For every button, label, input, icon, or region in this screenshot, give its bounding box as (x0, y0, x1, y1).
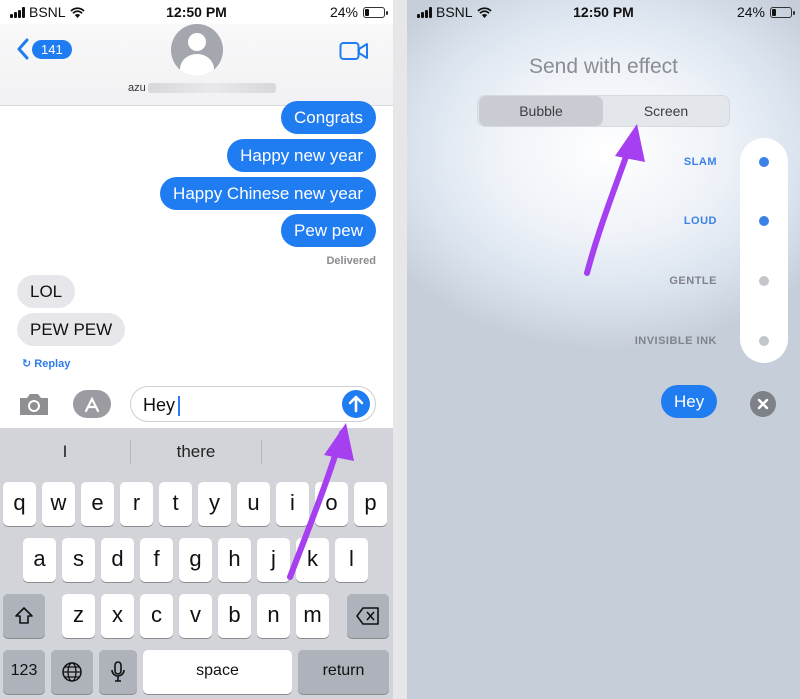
camera-icon[interactable] (17, 390, 51, 418)
microphone-icon (111, 661, 125, 682)
replay-icon: ↻ (22, 358, 32, 370)
key[interactable]: r (120, 482, 153, 526)
message-bubble-sent[interactable]: Pew pew (281, 214, 376, 247)
space-key[interactable]: space (143, 650, 292, 694)
effect-option-loud[interactable]: LOUD (684, 215, 717, 227)
return-key[interactable]: return (298, 650, 389, 694)
battery-status: 24% (329, 4, 388, 20)
key[interactable]: u (237, 482, 270, 526)
status-bar: BSNL 12:50 PM 24% (0, 0, 393, 24)
effect-dot-invisible-ink[interactable] (759, 336, 769, 346)
effect-option-slam[interactable]: SLAM (684, 156, 717, 168)
key[interactable]: o (315, 482, 348, 526)
tab-bubble[interactable]: Bubble (479, 96, 603, 126)
text-caret (178, 395, 181, 416)
effect-tabs: Bubble Screen (477, 95, 730, 127)
replay-button[interactable]: ↻ Replay (22, 357, 70, 370)
key[interactable]: x (101, 594, 134, 638)
key[interactable]: q (3, 482, 36, 526)
battery-percent: 24% (329, 4, 358, 20)
key[interactable]: c (140, 594, 173, 638)
send-arrow-icon (348, 395, 364, 413)
key[interactable]: g (179, 538, 212, 582)
back-chevron-icon (17, 38, 29, 60)
message-input-text: Hey (143, 395, 176, 415)
key[interactable]: s (62, 538, 95, 582)
key[interactable]: b (218, 594, 251, 638)
key[interactable]: a (23, 538, 56, 582)
avatar-icon[interactable] (171, 24, 223, 76)
key[interactable]: f (140, 538, 173, 582)
app-store-icon (84, 396, 100, 413)
effect-option-invisible-ink[interactable]: INVISIBLE INK (635, 335, 717, 347)
app-store-button[interactable] (73, 390, 111, 418)
battery-icon (770, 6, 795, 18)
shift-icon (15, 607, 33, 624)
key[interactable]: p (354, 482, 387, 526)
tab-screen[interactable]: Screen (604, 96, 728, 126)
messages-screen: BSNL 12:50 PM 24% 141 azu Congrats Happy… (0, 0, 393, 699)
video-camera-icon[interactable] (339, 41, 369, 61)
key[interactable]: y (198, 482, 231, 526)
key[interactable]: v (179, 594, 212, 638)
message-input[interactable]: Hey (130, 386, 376, 422)
effect-dot-slam[interactable] (759, 157, 769, 167)
effect-dot-loud[interactable] (759, 216, 769, 226)
key[interactable]: l (335, 538, 368, 582)
battery-status: 24% (736, 4, 795, 20)
key[interactable]: i (276, 482, 309, 526)
contact-name[interactable]: azu (128, 82, 276, 94)
message-preview-bubble[interactable]: Hey (661, 385, 718, 418)
key[interactable]: t (159, 482, 192, 526)
contact-name-visible: azu (128, 82, 146, 94)
message-bubble-sent[interactable]: Happy Chinese new year (160, 177, 376, 210)
numbers-key[interactable]: 123 (3, 650, 45, 694)
backspace-icon (356, 607, 379, 625)
battery-percent: 24% (736, 4, 765, 20)
delivered-status: Delivered (326, 255, 376, 267)
status-bar: BSNL 12:50 PM 24% (407, 0, 800, 24)
key[interactable]: m (296, 594, 329, 638)
close-icon (757, 398, 769, 410)
key[interactable]: k (296, 538, 329, 582)
replay-label: Replay (34, 358, 71, 370)
cancel-button[interactable] (750, 391, 776, 417)
globe-icon (62, 662, 82, 682)
message-bubble-sent[interactable]: Happy new year (227, 139, 376, 172)
key[interactable]: e (81, 482, 114, 526)
back-button[interactable]: 141 (16, 38, 72, 60)
message-bubble-sent[interactable]: Congrats (281, 101, 376, 134)
key[interactable]: n (257, 594, 290, 638)
microphone-key[interactable] (99, 650, 137, 694)
contact-name-redacted (147, 83, 276, 93)
keyboard: I there q w e r t y u i o p a s d f g h … (0, 428, 393, 699)
key[interactable]: w (42, 482, 75, 526)
suggestion-item[interactable]: there (131, 442, 261, 462)
backspace-key[interactable] (347, 594, 389, 638)
effect-option-gentle[interactable]: GENTLE (669, 275, 717, 287)
suggestion-item[interactable]: I (0, 442, 130, 462)
battery-icon (363, 6, 388, 18)
page-title: Send with effect (528, 55, 679, 78)
send-button[interactable] (342, 390, 370, 418)
suggestion-bar: I there (0, 428, 393, 476)
key[interactable]: d (101, 538, 134, 582)
unread-count-badge: 141 (32, 39, 72, 59)
effect-dot-gentle[interactable] (759, 276, 769, 286)
message-bubble-received[interactable]: PEW PEW (17, 313, 126, 346)
send-effect-screen: BSNL 12:50 PM 24% Send with effect Bubbl… (407, 0, 800, 699)
key[interactable]: z (62, 594, 95, 638)
key[interactable]: j (257, 538, 290, 582)
key[interactable]: h (218, 538, 251, 582)
effect-selector-track[interactable] (740, 138, 788, 363)
shift-key[interactable] (3, 594, 45, 638)
conversation-header: 141 azu (0, 24, 393, 106)
annotation-arrow-icon (584, 124, 645, 276)
message-bubble-received[interactable]: LOL (17, 275, 76, 308)
globe-key[interactable] (51, 650, 93, 694)
